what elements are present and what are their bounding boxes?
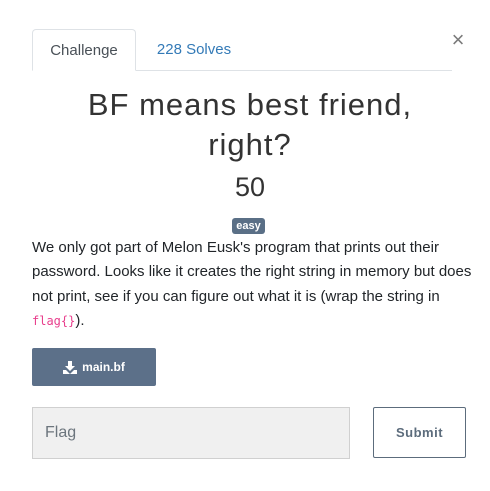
flag-format-code: flag{} [32, 313, 76, 328]
description-text: We only got part of Melon Eusk's program… [32, 239, 472, 305]
challenge-description: We only got part of Melon Eusk's program… [32, 236, 472, 333]
file-name: main.bf [82, 360, 125, 374]
challenge-tabs: Challenge 228 Solves [32, 29, 452, 71]
download-file-button[interactable]: main.bf [32, 348, 156, 386]
description-text-end: ). [75, 311, 85, 329]
challenge-modal: Challenge 228 Solves × BF means best fri… [0, 0, 490, 491]
challenge-points: 50 [234, 172, 266, 202]
challenge-title: BF means best friend, right? [40, 85, 460, 165]
challenge-title-line1: BF means best friend, [87, 87, 413, 122]
close-icon[interactable]: × [449, 28, 467, 52]
submit-button[interactable]: Submit [373, 407, 466, 458]
download-icon [63, 360, 78, 374]
difficulty-badge: easy [232, 218, 265, 234]
challenge-title-line2: right? [208, 127, 292, 162]
tab-challenge[interactable]: Challenge [32, 29, 136, 71]
tab-solves[interactable]: 228 Solves [136, 29, 252, 70]
flag-input[interactable] [32, 407, 350, 459]
